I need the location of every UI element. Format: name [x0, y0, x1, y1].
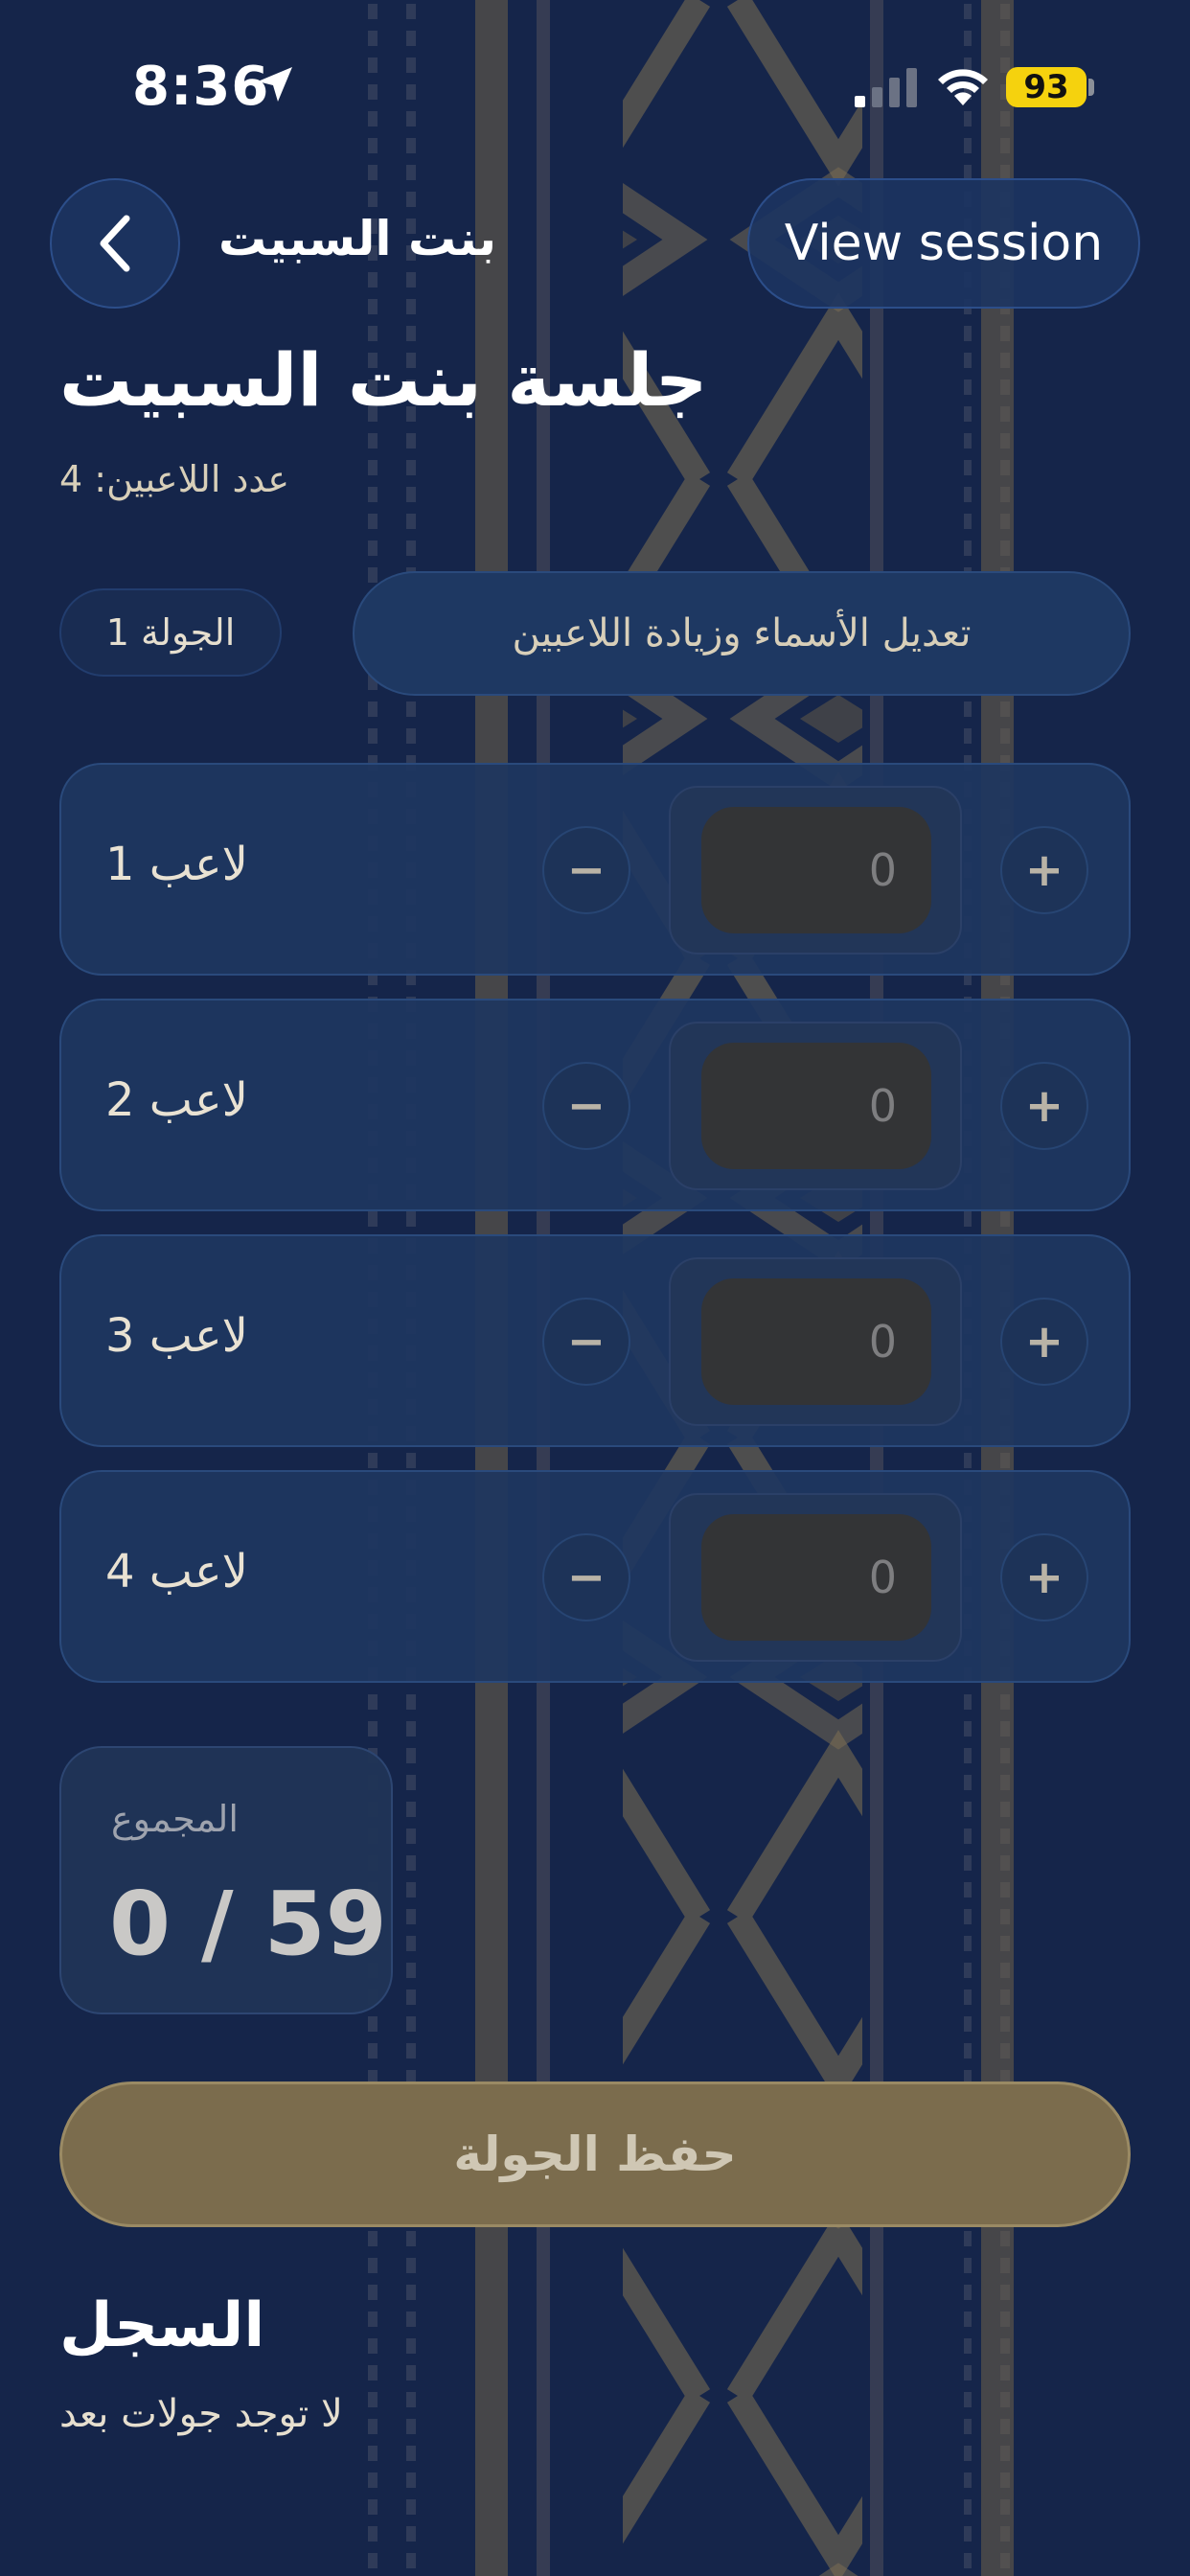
- increment-button[interactable]: +: [1000, 1298, 1088, 1386]
- score-frame: 0: [669, 786, 962, 954]
- edit-players-button[interactable]: تعديل الأسماء وزيادة اللاعبين: [353, 571, 1131, 696]
- battery-tip: [1088, 79, 1094, 96]
- player-card: لاعب 2 − 0 +: [59, 999, 1131, 1211]
- back-button[interactable]: [50, 178, 180, 309]
- battery-level: 93: [1023, 68, 1069, 106]
- location-arrow-icon: [258, 67, 292, 102]
- cellular-signal-icon: [855, 68, 917, 107]
- nav-title: بنت السبيت: [218, 211, 497, 266]
- increment-button[interactable]: +: [1000, 1062, 1088, 1150]
- player-card: لاعب 4 − 0 +: [59, 1470, 1131, 1683]
- log-empty-text: لا توجد جولات بعد: [59, 2392, 343, 2436]
- chevron-left-icon: [100, 215, 130, 272]
- decrement-button[interactable]: −: [542, 1298, 630, 1386]
- player-name: لاعب 2: [105, 1073, 248, 1127]
- player-card: لاعب 1 − 0 +: [59, 763, 1131, 976]
- total-card: المجموع 0 / 59: [59, 1746, 393, 2014]
- score-input[interactable]: 0: [701, 807, 931, 933]
- increment-button[interactable]: +: [1000, 1533, 1088, 1622]
- score-frame: 0: [669, 1022, 962, 1190]
- total-value: 0 / 59: [109, 1873, 387, 1975]
- score-input[interactable]: 0: [701, 1043, 931, 1169]
- total-label: المجموع: [111, 1798, 239, 1840]
- player-count: عدد اللاعبين: 4: [59, 458, 290, 500]
- score-frame: 0: [669, 1257, 962, 1426]
- round-badge: الجولة 1: [59, 588, 282, 677]
- player-card: لاعب 3 − 0 +: [59, 1234, 1131, 1447]
- wifi-icon: [938, 69, 988, 105]
- battery-icon: 93: [1006, 67, 1087, 107]
- player-name: لاعب 4: [105, 1545, 248, 1598]
- score-input[interactable]: 0: [701, 1514, 931, 1641]
- player-name: لاعب 3: [105, 1309, 248, 1363]
- increment-button[interactable]: +: [1000, 826, 1088, 914]
- view-session-button[interactable]: View session: [747, 178, 1140, 309]
- page-title: جلسة بنت السبيت: [59, 337, 708, 423]
- score-frame: 0: [669, 1493, 962, 1662]
- score-input[interactable]: 0: [701, 1278, 931, 1405]
- player-name: لاعب 1: [105, 838, 248, 891]
- log-title: السجل: [59, 2290, 265, 2361]
- decrement-button[interactable]: −: [542, 1533, 630, 1622]
- decrement-button[interactable]: −: [542, 1062, 630, 1150]
- status-time: 8:36: [132, 56, 270, 118]
- status-bar: 8:36 93: [0, 0, 1190, 172]
- decrement-button[interactable]: −: [542, 826, 630, 914]
- save-round-button[interactable]: حفظ الجولة: [59, 2082, 1131, 2227]
